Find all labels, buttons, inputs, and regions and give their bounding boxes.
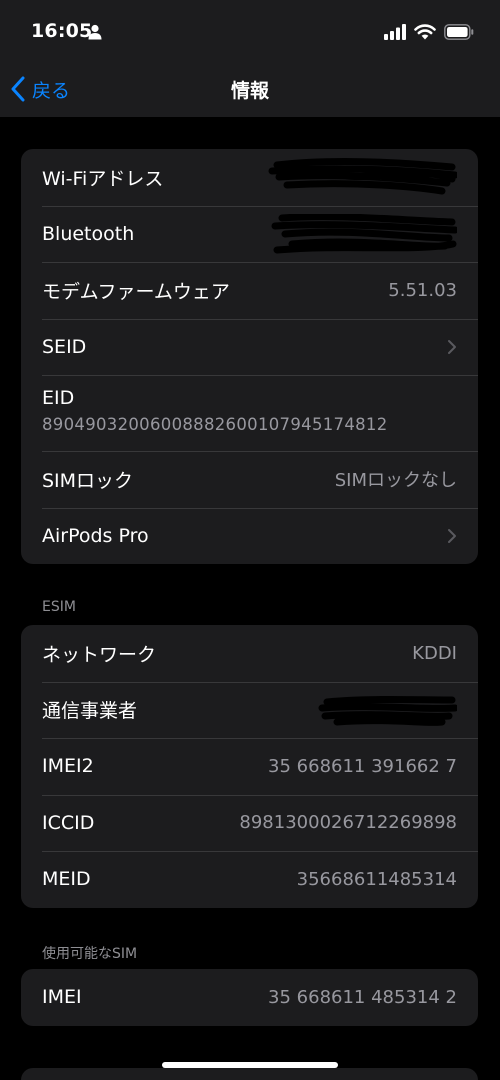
row-value: SIMロックなし (334, 470, 457, 492)
imei2-row[interactable]: IMEI2 35 668611 391662 7 (21, 738, 478, 795)
home-indicator[interactable] (162, 1062, 338, 1068)
eid-row[interactable]: EID 89049032006008882600107945174812 (21, 375, 478, 451)
row-label: IMEI (42, 986, 82, 1009)
wifi-address-row[interactable]: Wi-Fiアドレス (21, 149, 478, 206)
iccid-row[interactable]: ICCID 8981300026712269898 (21, 794, 478, 852)
esim-section-header: ESIM (42, 599, 76, 615)
seid-row[interactable]: SEID (21, 318, 478, 376)
chevron-right-icon (448, 528, 456, 543)
bluetooth-row[interactable]: Bluetooth (21, 205, 478, 263)
row-label: ICCID (42, 811, 95, 834)
row-value: 5.51.03 (388, 279, 457, 301)
next-group-peek (21, 1068, 478, 1080)
row-value: KDDI (412, 642, 457, 664)
row-label: 通信事業者 (42, 700, 138, 723)
page-title: 情報 (230, 80, 269, 102)
meid-row[interactable]: MEID 35668611485314 (21, 851, 478, 908)
row-label: MEID (42, 868, 91, 891)
network-row[interactable]: ネットワーク KDDI (21, 625, 478, 682)
navigation-bar: 戻る 情報 (0, 62, 500, 117)
redaction-scribble (268, 158, 457, 195)
person-icon (88, 24, 102, 40)
row-value: 35668611485314 (296, 868, 457, 890)
row-label: EID (42, 387, 75, 409)
row-label: モデムファームウェア (42, 280, 230, 303)
battery-icon (444, 24, 474, 40)
modem-firmware-row[interactable]: モデムファームウェア 5.51.03 (21, 262, 478, 319)
airpods-pro-row[interactable]: AirPods Pro (21, 507, 478, 565)
row-label: Wi-Fiアドレス (42, 167, 164, 190)
row-value: 35 668611 485314 2 (268, 986, 457, 1008)
status-indicators (384, 22, 474, 42)
row-label: ネットワーク (42, 643, 157, 666)
about-screen: 16:05 戻る 情報 Wi-Fiアドレス Bluetooth モデムファームウ… (0, 0, 500, 1080)
row-label: SEID (42, 335, 87, 358)
redaction-scribble (318, 695, 457, 726)
carrier-row[interactable]: 通信事業者 (21, 681, 478, 739)
device-info-group: Wi-Fiアドレス Bluetooth モデムファームウェア 5.51.03 S… (21, 149, 478, 564)
esim-group: ネットワーク KDDI 通信事業者 IMEI2 35 668611 391662… (21, 625, 478, 908)
row-label: SIMロック (42, 469, 134, 492)
row-label: AirPods Pro (42, 524, 149, 547)
status-bar: 16:05 (0, 0, 500, 62)
wifi-icon (414, 24, 436, 40)
row-value: 35 668611 391662 7 (268, 755, 457, 777)
redaction-scribble (271, 213, 457, 254)
status-time: 16:05 (31, 20, 93, 42)
row-label: IMEI2 (42, 755, 94, 778)
header: 16:05 戻る 情報 (0, 0, 500, 117)
signal-icon (384, 24, 406, 40)
chevron-right-icon (448, 339, 456, 354)
sim-lock-row[interactable]: SIMロック SIMロックなし (21, 451, 478, 508)
imei-row[interactable]: IMEI 35 668611 485314 2 (21, 969, 478, 1026)
row-value: 8981300026712269898 (239, 812, 457, 834)
row-label: Bluetooth (42, 222, 135, 245)
available-sim-section-header: 使用可能なSIM (42, 946, 138, 962)
eid-value: 89049032006008882600107945174812 (42, 415, 388, 434)
available-sim-group: IMEI 35 668611 485314 2 (21, 969, 478, 1026)
